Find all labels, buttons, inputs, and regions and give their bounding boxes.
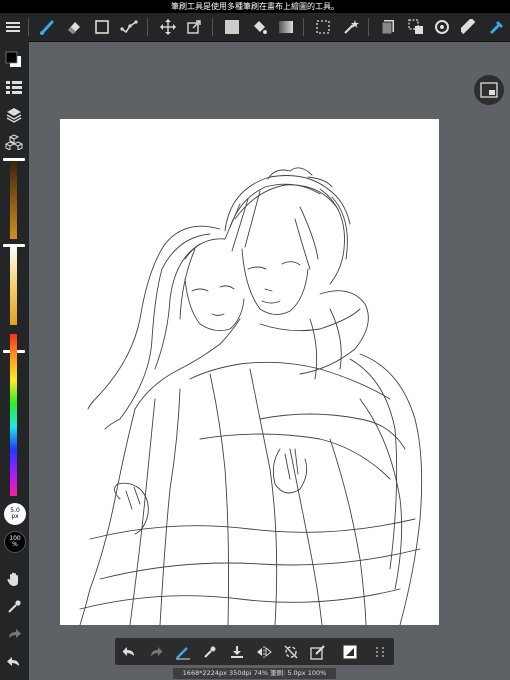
brush-icon[interactable] — [36, 13, 58, 41]
hand-icon[interactable] — [3, 568, 25, 590]
bottom-toolbar — [115, 638, 394, 665]
system-status-bar: 筆刷工具是使用多種筆刷在畫布上繪圖的工具。 — [0, 0, 510, 13]
drawing-canvas[interactable] — [60, 119, 439, 626]
eyedropper-icon[interactable] — [199, 640, 221, 663]
transform-icon[interactable] — [183, 13, 205, 41]
opacity-unit: % — [12, 541, 18, 548]
move-icon[interactable] — [157, 13, 179, 41]
rectangle-icon[interactable] — [91, 13, 113, 41]
pen-settings-icon[interactable] — [485, 13, 507, 41]
main-toolbar — [0, 13, 510, 42]
redo-icon[interactable] — [3, 623, 25, 645]
canvas-view-button[interactable] — [474, 75, 504, 105]
sketch-artwork — [79, 167, 423, 626]
stabilizer-icon[interactable] — [172, 640, 194, 663]
rotate-icon[interactable] — [431, 13, 453, 41]
select-icon[interactable] — [312, 13, 334, 41]
grid-icon[interactable] — [369, 640, 391, 663]
hue-slider[interactable] — [10, 334, 17, 496]
undo-icon[interactable] — [3, 651, 25, 673]
undo-icon[interactable] — [118, 640, 140, 663]
layers-panel-icon[interactable] — [377, 13, 399, 41]
edit-icon[interactable] — [307, 640, 329, 663]
flip-icon[interactable] — [253, 640, 275, 663]
bucket-icon[interactable] — [248, 13, 270, 41]
ruler-icon[interactable] — [458, 13, 480, 41]
selection-icon[interactable] — [405, 13, 427, 41]
pen-curve-icon[interactable] — [118, 13, 140, 41]
color-brightness-slider[interactable] — [10, 161, 17, 239]
gradient-icon[interactable] — [275, 13, 297, 41]
tooltip-text: 筆刷工具是使用多種筆刷在畫布上繪圖的工具。 — [171, 2, 339, 11]
eraser-icon[interactable] — [63, 13, 85, 41]
materials-icon[interactable] — [3, 131, 25, 153]
magic-wand-icon[interactable] — [340, 13, 362, 41]
picture-in-picture-icon — [480, 82, 498, 98]
brush-list-icon[interactable] — [3, 77, 25, 99]
canvas-info: 1668*2224px 350dpi 74% 筆刷: 5.0px 100% — [173, 668, 336, 679]
layer-icon[interactable] — [339, 640, 361, 663]
redo-icon[interactable] — [145, 640, 167, 663]
brush-size-unit: px — [11, 513, 19, 520]
opacity-button[interactable]: 100 % — [4, 531, 26, 553]
eyedropper-icon[interactable] — [3, 596, 25, 618]
color-swatch-icon[interactable] — [3, 49, 25, 71]
snap-off-icon[interactable] — [280, 640, 302, 663]
brush-size-button[interactable]: 5.0 px — [4, 503, 26, 525]
menu-icon[interactable] — [2, 13, 24, 41]
layers-icon[interactable] — [3, 104, 25, 126]
color-saturation-slider[interactable] — [10, 247, 17, 325]
fill-color-icon[interactable] — [221, 13, 243, 41]
import-icon[interactable] — [226, 640, 248, 663]
